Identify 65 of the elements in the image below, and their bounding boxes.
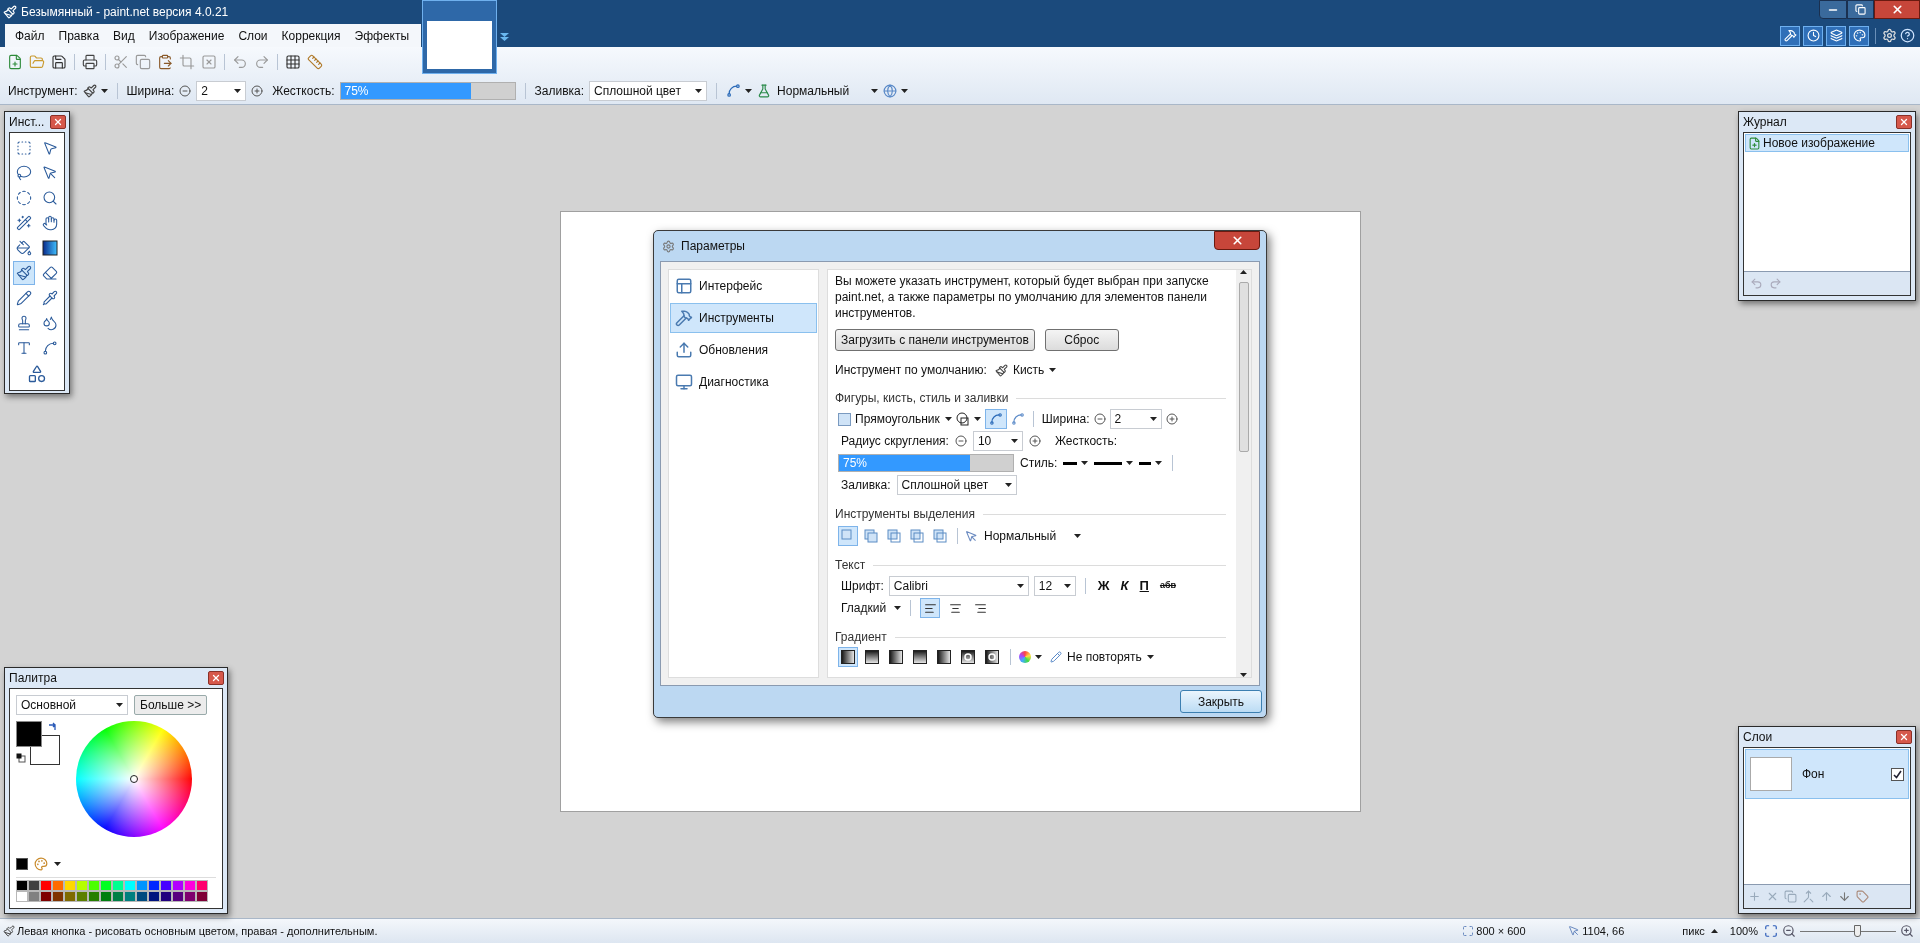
- font-label: Шрифт:: [841, 578, 884, 595]
- cursor-position: 1104, 66: [1582, 923, 1626, 939]
- panel-title: Инст...: [9, 114, 45, 131]
- menu-item[interactable]: Коррекция: [275, 26, 347, 45]
- section-heading: Градиент: [835, 629, 887, 646]
- close-dialog-button[interactable]: Закрыть: [1180, 690, 1262, 713]
- blend-mode-dropdown[interactable]: Нормальный: [757, 81, 879, 100]
- menu-item[interactable]: Эффекты: [348, 26, 416, 45]
- menu-item[interactable]: Слои: [232, 26, 274, 45]
- gradient-repeat-dropdown[interactable]: Не повторять: [1050, 648, 1154, 666]
- underline-button[interactable]: П: [1136, 576, 1152, 596]
- load-button[interactable]: Загрузить с панели инструментов: [835, 329, 1035, 351]
- tool-label: Инструмент:: [8, 82, 78, 100]
- strikeout-button[interactable]: абв: [1156, 579, 1180, 593]
- font-dropdown[interactable]: Calibri: [888, 576, 1029, 596]
- more-button[interactable]: Больше >>: [134, 695, 208, 715]
- zoom-level: 100%: [1729, 923, 1758, 939]
- section-heading: Фигуры, кисть, стиль и заливки: [835, 390, 1009, 407]
- layer-row[interactable]: Фон: [1745, 749, 1909, 799]
- fill-label: Заливка:: [534, 82, 585, 100]
- fill-dropdown[interactable]: Сплошной цвет: [896, 475, 1017, 495]
- bold-button[interactable]: Ж: [1094, 576, 1113, 596]
- panel-title: Слои: [1743, 729, 1773, 746]
- hardness-reading: 75%: [344, 82, 369, 99]
- status-hint: Левая кнопка - рисовать основным цветом, правая - дополнительным.: [17, 923, 378, 939]
- nav-item[interactable]: Диагностика: [670, 367, 817, 397]
- width-label: Ширина:: [1041, 411, 1090, 428]
- image-size: 800 × 600: [1476, 923, 1527, 939]
- fill-label: Заливка:: [841, 477, 891, 494]
- units-dropdown[interactable]: пикс: [1682, 922, 1718, 940]
- description-text: Вы можете указать инструмент, который будет выбран при запуске paint.net, а также параметры по умолчанию для элементов панели инструментов.: [835, 273, 1210, 321]
- nav-item[interactable]: Интерфейс: [670, 271, 817, 301]
- fill-dropdown[interactable]: Сплошной цвет: [589, 80, 708, 101]
- width-dropdown[interactable]: 2: [196, 80, 247, 101]
- nav-item[interactable]: Обновления: [670, 335, 817, 365]
- reset-button[interactable]: Сброс: [1044, 329, 1119, 351]
- width-label: Ширина:: [126, 82, 175, 100]
- style-label: Стиль:: [1020, 455, 1058, 472]
- radius-dropdown[interactable]: 10: [972, 431, 1023, 451]
- dialog-title: Параметры: [681, 238, 745, 255]
- italic-button[interactable]: К: [1117, 576, 1132, 596]
- default-tool-label: Инструмент по умолчанию:: [835, 362, 987, 379]
- history-item[interactable]: Новое изображение: [1745, 134, 1909, 152]
- shape-dropdown[interactable]: Прямоугольник: [855, 410, 952, 428]
- layer-name: Фон: [1802, 766, 1826, 783]
- hardness-reading: 75%: [843, 455, 868, 471]
- window-title: Безымянный - paint.net версия 4.0.21: [21, 4, 229, 21]
- font-size-dropdown[interactable]: 12: [1033, 576, 1076, 596]
- menu-item[interactable]: Изображение: [142, 26, 231, 45]
- section-heading: Инструменты выделения: [835, 506, 975, 523]
- panel-title: Журнал: [1743, 114, 1787, 131]
- menu-item[interactable]: Файл: [9, 26, 51, 45]
- menu-item[interactable]: Правка: [52, 26, 106, 45]
- selection-blend-dropdown[interactable]: Нормальный: [965, 527, 1082, 545]
- menu-item[interactable]: Вид: [107, 26, 141, 45]
- hardness-label: Жесткость:: [272, 82, 335, 100]
- radius-label: Радиус скругления:: [841, 433, 949, 450]
- default-tool-dropdown[interactable]: Кисть: [994, 361, 1057, 379]
- panel-title: Палитра: [9, 670, 57, 687]
- hardness-label: Жесткость:: [1054, 433, 1118, 450]
- rendering-dropdown[interactable]: Гладкий: [841, 599, 902, 617]
- width-dropdown[interactable]: 2: [1109, 409, 1162, 429]
- nav-item[interactable]: Инструменты: [670, 303, 817, 333]
- palette-dropdown[interactable]: Основной: [16, 695, 128, 715]
- section-heading: Текст: [835, 557, 866, 574]
